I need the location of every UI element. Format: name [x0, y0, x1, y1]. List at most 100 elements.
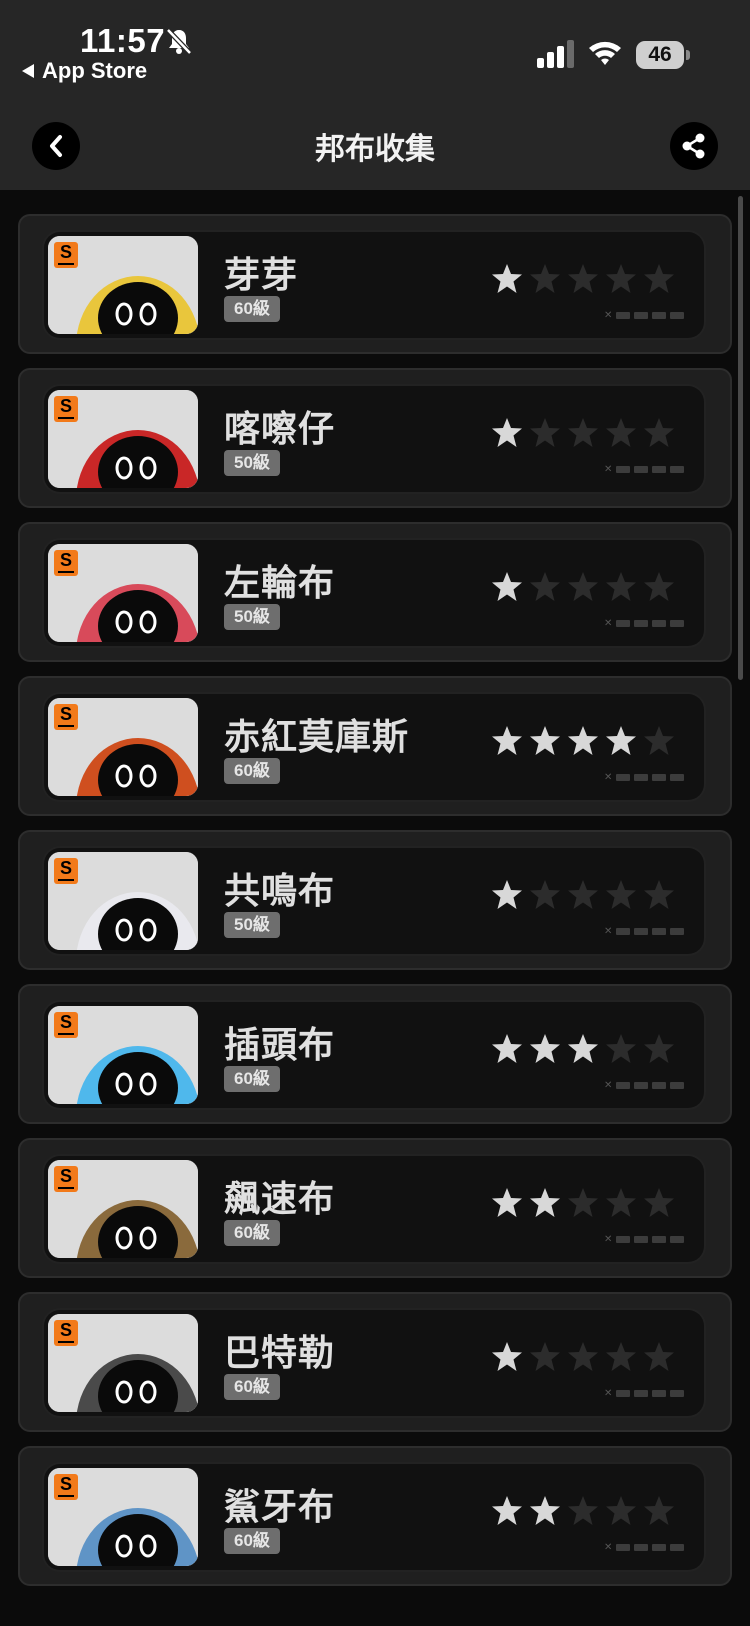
- star-rating: [490, 724, 676, 758]
- s-rank-badge: S: [54, 550, 78, 576]
- code-block: [670, 1390, 685, 1397]
- decorative-code-strip: ✕: [604, 926, 685, 937]
- bangboo-level-badge: 60級: [224, 1066, 280, 1092]
- bangboo-portrait: S: [48, 544, 198, 642]
- star-empty-icon: [530, 1342, 560, 1371]
- star-empty-icon: [644, 880, 674, 909]
- wifi-icon: [589, 41, 621, 65]
- code-block: [634, 774, 649, 781]
- star-empty-icon: [568, 418, 598, 447]
- bangboo-card[interactable]: S 插頭布 60級 ✕: [18, 984, 732, 1124]
- decorative-code-strip: ✕: [604, 310, 685, 321]
- star-rating: [490, 1340, 676, 1374]
- bangboo-level-badge: 50級: [224, 450, 280, 476]
- star-filled-icon: [530, 1496, 560, 1525]
- bangboo-card[interactable]: S 喀嚓仔 50級 ✕: [18, 368, 732, 508]
- bangboo-name: 芽芽: [224, 255, 299, 296]
- bangboo-card[interactable]: S 鯊牙布 60級 ✕: [18, 1446, 732, 1586]
- code-block: [652, 774, 667, 781]
- code-block: [652, 1544, 667, 1551]
- cross-icon: ✕: [604, 1388, 613, 1399]
- bangboo-card-inner: S 飆速布 60級 ✕: [44, 1156, 704, 1262]
- cross-icon: ✕: [604, 772, 613, 783]
- star-filled-icon: [492, 1496, 522, 1525]
- back-to-app-store[interactable]: App Store: [22, 58, 147, 84]
- s-rank-badge: S: [54, 1012, 78, 1038]
- silent-bell-icon: [166, 28, 192, 55]
- code-block: [616, 1390, 631, 1397]
- bangboo-level-badge: 60級: [224, 1374, 280, 1400]
- star-empty-icon: [606, 264, 636, 293]
- bangboo-card[interactable]: S 赤紅莫庫斯 60級 ✕: [18, 676, 732, 816]
- star-filled-icon: [530, 726, 560, 755]
- bangboo-card-inner: S 赤紅莫庫斯 60級 ✕: [44, 694, 704, 800]
- code-block: [616, 466, 631, 473]
- bangboo-name: 共鳴布: [224, 871, 336, 912]
- star-empty-icon: [568, 1188, 598, 1217]
- star-empty-icon: [568, 880, 598, 909]
- code-block: [670, 312, 685, 319]
- bangboo-portrait: S: [48, 1314, 198, 1412]
- code-block: [634, 466, 649, 473]
- code-block: [634, 1544, 649, 1551]
- s-rank-badge: S: [54, 242, 78, 268]
- star-empty-icon: [644, 1034, 674, 1063]
- bangboo-card-inner: S 共鳴布 50級 ✕: [44, 848, 704, 954]
- star-empty-icon: [606, 1342, 636, 1371]
- bangboo-card[interactable]: S 共鳴布 50級 ✕: [18, 830, 732, 970]
- star-rating: [490, 262, 676, 296]
- star-filled-icon: [568, 1034, 598, 1063]
- bangboo-card[interactable]: S 巴特勒 60級 ✕: [18, 1292, 732, 1432]
- bangboo-card[interactable]: S 飆速布 60級 ✕: [18, 1138, 732, 1278]
- decorative-code-strip: ✕: [604, 618, 685, 629]
- star-filled-icon: [606, 726, 636, 755]
- s-rank-badge: S: [54, 1166, 78, 1192]
- nav-bar: 邦布收集: [0, 100, 750, 190]
- bangboo-card-inner: S 喀嚓仔 50級 ✕: [44, 386, 704, 492]
- code-block: [652, 1390, 667, 1397]
- star-empty-icon: [568, 264, 598, 293]
- bangboo-name: 飆速布: [224, 1179, 336, 1220]
- bangboo-name: 喀嚓仔: [224, 409, 336, 450]
- code-block: [652, 1082, 667, 1089]
- star-filled-icon: [492, 1342, 522, 1371]
- cross-icon: ✕: [604, 926, 613, 937]
- star-rating: [490, 570, 676, 604]
- status-time: 11:57: [80, 22, 166, 59]
- s-rank-badge: S: [54, 1320, 78, 1346]
- code-block: [670, 1082, 685, 1089]
- star-empty-icon: [530, 880, 560, 909]
- bangboo-portrait: S: [48, 852, 198, 950]
- star-rating: [490, 878, 676, 912]
- cross-icon: ✕: [604, 310, 613, 321]
- code-block: [670, 466, 685, 473]
- s-rank-badge: S: [54, 1474, 78, 1500]
- bangboo-level-badge: 50級: [224, 912, 280, 938]
- star-filled-icon: [492, 726, 522, 755]
- code-block: [616, 1544, 631, 1551]
- page-title: 邦布收集: [315, 133, 435, 166]
- bangboo-card[interactable]: S 芽芽 60級 ✕: [18, 214, 732, 354]
- decorative-code-strip: ✕: [604, 1234, 685, 1245]
- star-filled-icon: [492, 1188, 522, 1217]
- cellular-signal-icon: [537, 40, 574, 68]
- code-block: [652, 620, 667, 627]
- star-filled-icon: [492, 418, 522, 447]
- back-app-label: App Store: [42, 58, 148, 83]
- battery-tip: [686, 50, 690, 60]
- scrollbar[interactable]: [738, 196, 743, 680]
- s-rank-badge: S: [54, 396, 78, 422]
- share-button[interactable]: [670, 122, 718, 170]
- decorative-code-strip: ✕: [604, 464, 685, 475]
- star-empty-icon: [606, 880, 636, 909]
- bangboo-name: 插頭布: [224, 1025, 336, 1066]
- bangboo-card-inner: S 插頭布 60級 ✕: [44, 1002, 704, 1108]
- star-empty-icon: [644, 1188, 674, 1217]
- code-block: [652, 312, 667, 319]
- star-empty-icon: [530, 418, 560, 447]
- cross-icon: ✕: [604, 1080, 613, 1091]
- code-block: [670, 620, 685, 627]
- star-empty-icon: [644, 264, 674, 293]
- star-filled-icon: [492, 264, 522, 293]
- bangboo-card[interactable]: S 左輪布 50級 ✕: [18, 522, 732, 662]
